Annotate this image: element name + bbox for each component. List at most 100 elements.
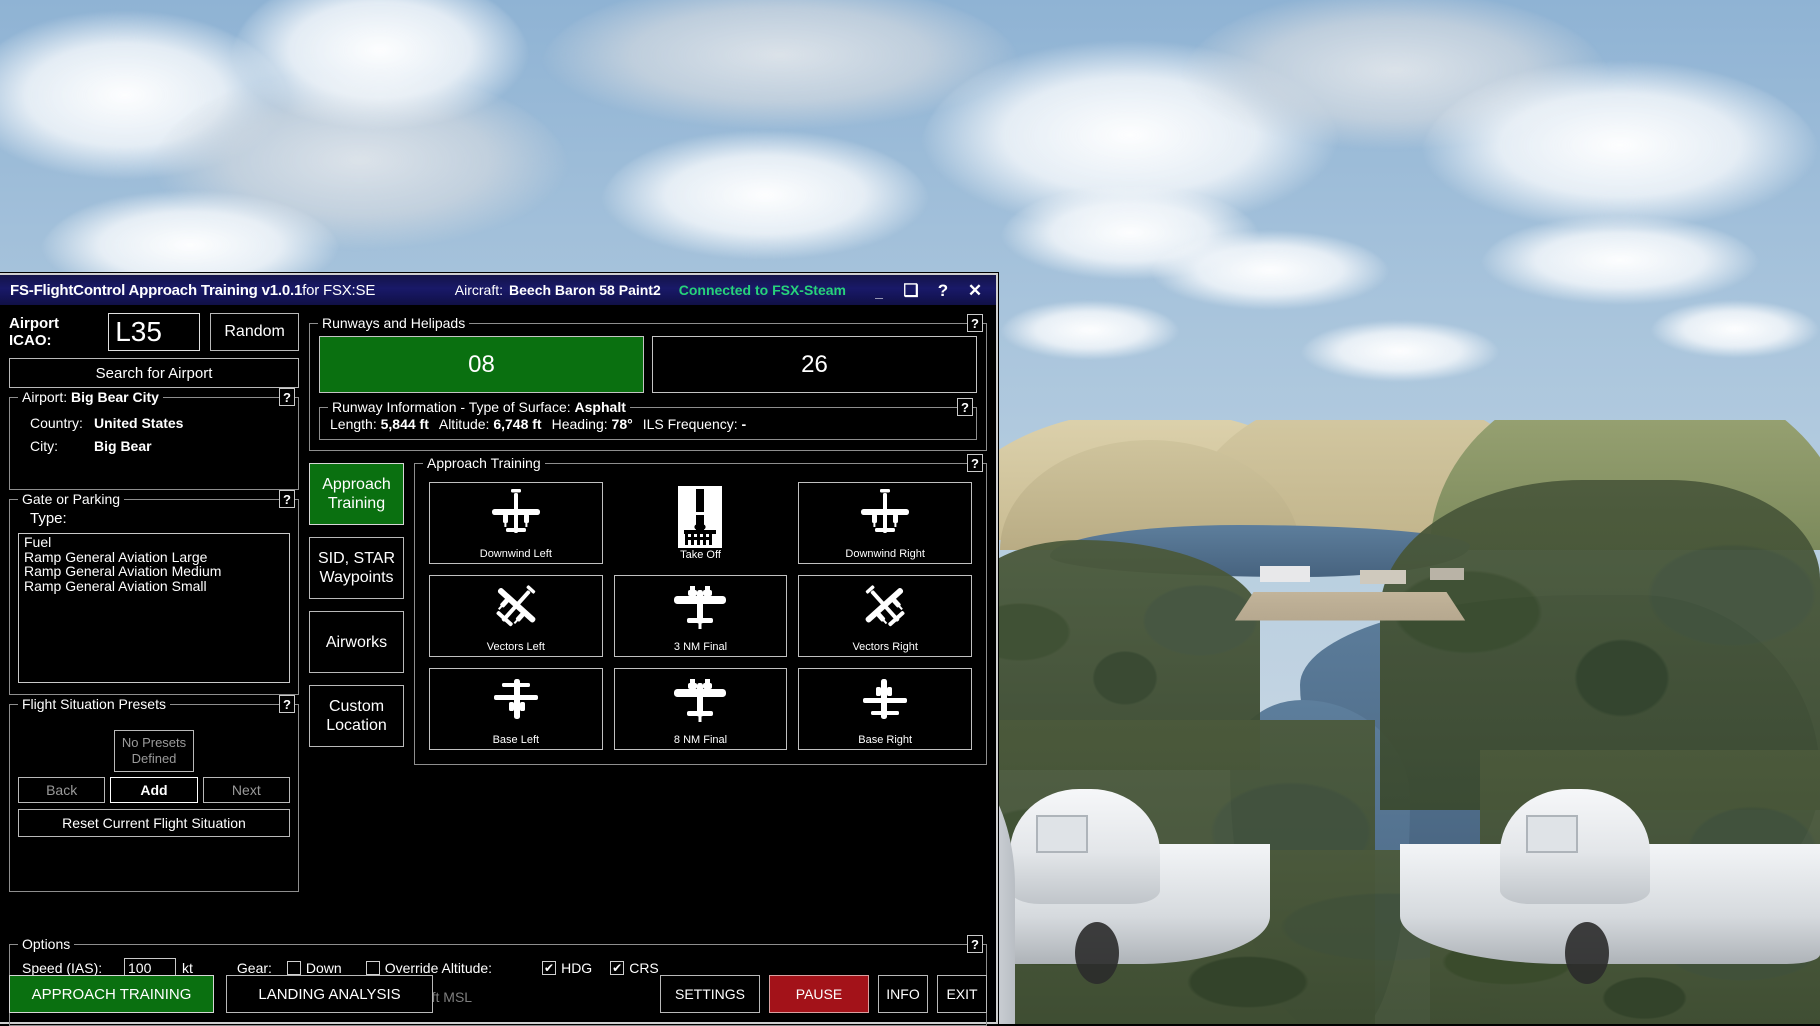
gate-type-listbox[interactable]: FuelRamp General Aviation LargeRamp Gene… xyxy=(18,533,290,683)
minimize-icon[interactable]: _ xyxy=(870,281,888,299)
training-tile-8-nm-final[interactable]: 8 NM Final xyxy=(614,668,788,750)
mode-label-line1: Airworks xyxy=(326,633,387,652)
hdg-checkbox[interactable]: ✔ HDG xyxy=(542,960,592,976)
approach-training-window: FS-FlightControl Approach Training v1.0.… xyxy=(0,273,998,1024)
crs-label: CRS xyxy=(629,960,659,976)
settings-button[interactable]: SETTINGS xyxy=(660,975,760,1013)
runway-button-26[interactable]: 26 xyxy=(652,336,977,393)
training-tile-caption: Take Off xyxy=(614,549,788,561)
runway-info-legend-prefix: Runway Information - Type of Surface: xyxy=(332,399,575,415)
gear-down-check-icon[interactable] xyxy=(287,961,301,975)
crs-checkbox[interactable]: ✔ CRS xyxy=(610,960,659,976)
preset-back-button[interactable]: Back xyxy=(18,777,105,803)
runways-group-legend: Runways and Helipads xyxy=(318,315,469,331)
window-title: FS-FlightControl Approach Training v1.0.… xyxy=(10,282,375,299)
speed-label: Speed (IAS): xyxy=(22,960,124,976)
gate-help-icon[interactable]: ? xyxy=(279,490,295,508)
airport-help-icon[interactable]: ? xyxy=(279,388,295,406)
airplane-final-icon xyxy=(670,580,730,632)
left-panel: Airport ICAO: Random Search for Airport … xyxy=(9,313,299,938)
mode-button-approach-training[interactable]: ApproachTraining xyxy=(309,463,404,525)
training-tile-caption: 3 NM Final xyxy=(615,641,787,653)
runway-info-help-icon[interactable]: ? xyxy=(957,398,973,416)
training-tile-base-left[interactable]: Base Left xyxy=(429,668,603,750)
close-icon[interactable]: ✕ xyxy=(966,281,984,299)
training-tile-caption: Vectors Left xyxy=(430,641,602,653)
gear-down-checkbox[interactable]: Down xyxy=(287,960,342,976)
training-tile-downwind-left[interactable]: Downwind Left xyxy=(429,482,603,564)
crs-check-icon[interactable]: ✔ xyxy=(610,961,624,975)
airplane-side-right-icon xyxy=(855,673,915,725)
airport-icao-input[interactable] xyxy=(108,313,200,351)
bottom-action-bar: APPROACH TRAINING LANDING ANALYSIS SETTI… xyxy=(9,975,987,1013)
mode-label-line1: Custom xyxy=(329,697,384,716)
airplane-top-icon xyxy=(855,487,915,539)
landing-analysis-button[interactable]: LANDING ANALYSIS xyxy=(226,975,433,1013)
mode-button-airworks[interactable]: Airworks xyxy=(309,611,404,673)
training-area: ApproachTraining SID, STARWaypoints Airwor… xyxy=(309,463,987,765)
gate-type-item[interactable]: Fuel xyxy=(21,535,289,550)
mode-label-line2: Location xyxy=(326,716,387,735)
mode-button-column: ApproachTraining SID, STARWaypoints Airwor… xyxy=(309,463,404,765)
mode-button-custom-location[interactable]: CustomLocation xyxy=(309,685,404,747)
aircraft-label: Aircraft: xyxy=(455,282,503,298)
app-name: FS-FlightControl Approach Training xyxy=(10,282,262,299)
airplane-top-icon xyxy=(486,487,546,539)
right-panel: Runways and Helipads ? 0826 Runway Infor… xyxy=(309,313,987,938)
training-tile-downwind-right[interactable]: Downwind Right xyxy=(798,482,972,564)
override-altitude-check-icon[interactable] xyxy=(366,961,380,975)
training-tile-caption: Vectors Right xyxy=(799,641,971,653)
airport-group-legend: Airport: Big Bear City xyxy=(18,389,163,405)
training-help-icon[interactable]: ? xyxy=(967,454,983,472)
random-airport-button[interactable]: Random xyxy=(210,313,299,351)
approach-training-button[interactable]: APPROACH TRAINING xyxy=(9,975,214,1013)
mode-button-sid-star-waypoints[interactable]: SID, STARWaypoints xyxy=(309,537,404,599)
runway-info-values: Length: 5,844 ftAltitude: 6,748 ftHeadin… xyxy=(330,416,968,432)
runway-info-field: Length: 5,844 ft xyxy=(330,416,429,432)
flight-situation-presets-group: Flight Situation Presets ? No Presets De… xyxy=(9,704,299,892)
mode-label-line1: Approach xyxy=(322,475,391,494)
maximize-icon[interactable]: ❑ xyxy=(902,281,920,299)
speed-unit: kt xyxy=(182,960,193,976)
training-tile-vectors-right[interactable]: Vectors Right xyxy=(798,575,972,657)
window-titlebar: FS-FlightControl Approach Training v1.0.… xyxy=(0,275,996,305)
search-for-airport-button[interactable]: Search for Airport xyxy=(9,358,299,388)
runway-button-08[interactable]: 08 xyxy=(319,336,644,393)
training-tile-base-right[interactable]: Base Right xyxy=(798,668,972,750)
training-tile-vectors-left[interactable]: Vectors Left xyxy=(429,575,603,657)
airplane-final-icon xyxy=(670,673,730,725)
training-tile-3-nm-final[interactable]: 3 NM Final xyxy=(614,575,788,657)
presets-help-icon[interactable]: ? xyxy=(279,695,295,713)
gate-type-label: Type: xyxy=(30,510,290,527)
preset-next-button[interactable]: Next xyxy=(203,777,290,803)
airport-legend-prefix: Airport: xyxy=(22,389,71,405)
runway-info-field: Heading: 78° xyxy=(552,416,633,432)
training-tile-take-off[interactable]: Take Off xyxy=(614,482,788,564)
gate-group-legend: Gate or Parking xyxy=(18,491,124,507)
approach-training-group: Approach Training ? Downwind Left xyxy=(414,463,987,765)
presets-group-legend: Flight Situation Presets xyxy=(18,696,170,712)
city-value: Big Bear xyxy=(94,438,152,454)
no-presets-placeholder[interactable]: No Presets Defined xyxy=(114,730,194,772)
reset-current-flight-situation-button[interactable]: Reset Current Flight Situation xyxy=(18,809,290,837)
runway-surface-type: Asphalt xyxy=(575,399,626,415)
gate-or-parking-group: Gate or Parking ? Type: FuelRamp General… xyxy=(9,499,299,695)
airplane-side-left-icon xyxy=(486,673,546,725)
preset-add-button[interactable]: Add xyxy=(110,777,197,803)
runway-takeoff-icon xyxy=(678,486,722,548)
options-help-icon[interactable]: ? xyxy=(967,935,983,953)
hdg-check-icon[interactable]: ✔ xyxy=(542,961,556,975)
airplane-angled-left-icon xyxy=(486,580,546,632)
gate-type-item[interactable]: Ramp General Aviation Large xyxy=(21,550,289,565)
exit-button[interactable]: EXIT xyxy=(937,975,987,1013)
runway-info-field: ILS Frequency: - xyxy=(643,416,747,432)
gate-type-item[interactable]: Ramp General Aviation Small xyxy=(21,579,289,594)
runways-help-icon[interactable]: ? xyxy=(967,314,983,332)
override-altitude-checkbox[interactable]: Override Altitude: xyxy=(366,960,492,976)
gate-type-item[interactable]: Ramp General Aviation Medium xyxy=(21,564,289,579)
pause-button[interactable]: PAUSE xyxy=(769,975,869,1013)
help-icon[interactable]: ? xyxy=(934,281,952,299)
info-button[interactable]: INFO xyxy=(878,975,928,1013)
airport-icao-label: Airport ICAO: xyxy=(9,315,98,349)
aircraft-name: Beech Baron 58 Paint2 xyxy=(509,282,661,298)
